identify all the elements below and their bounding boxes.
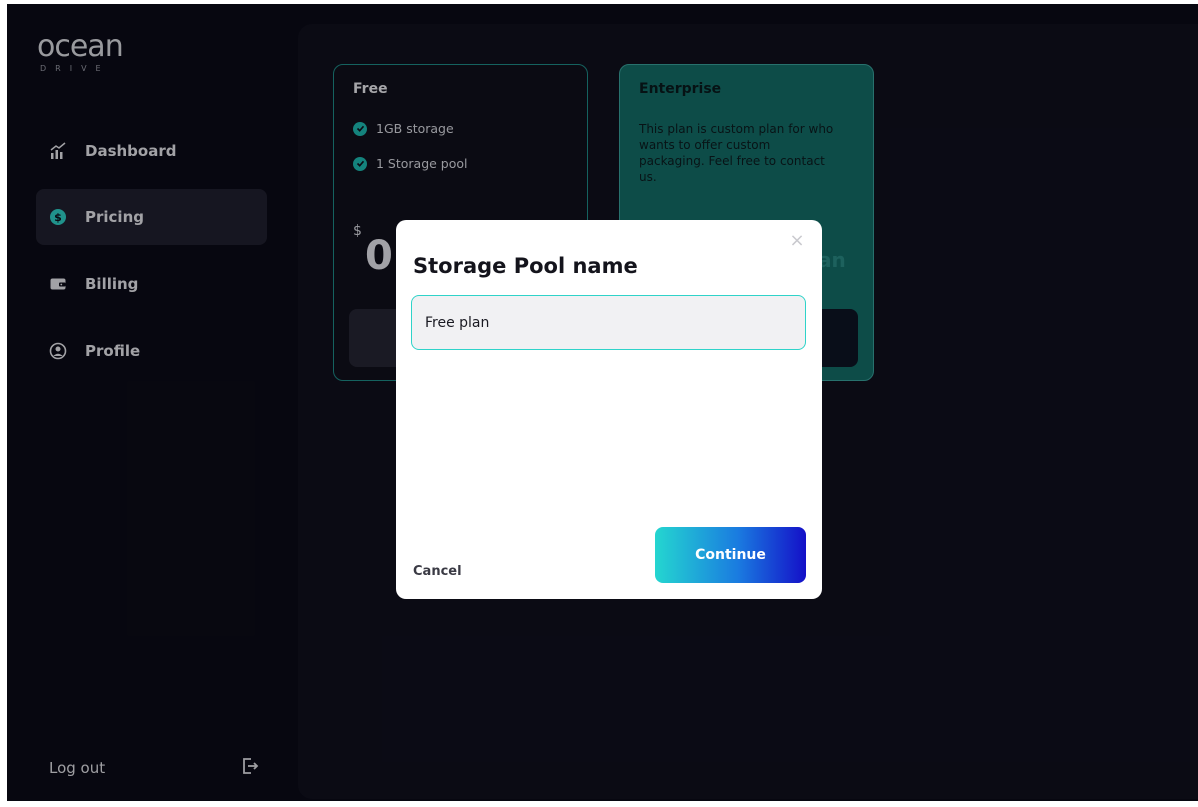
cancel-button[interactable]: Cancel [413,564,462,579]
continue-button[interactable]: Continue [655,527,806,583]
close-icon[interactable]: × [788,232,806,250]
storage-pool-dialog: × Storage Pool name Cancel Continue [396,220,822,599]
dialog-title: Storage Pool name [413,254,638,278]
storage-pool-name-input[interactable] [411,295,806,350]
